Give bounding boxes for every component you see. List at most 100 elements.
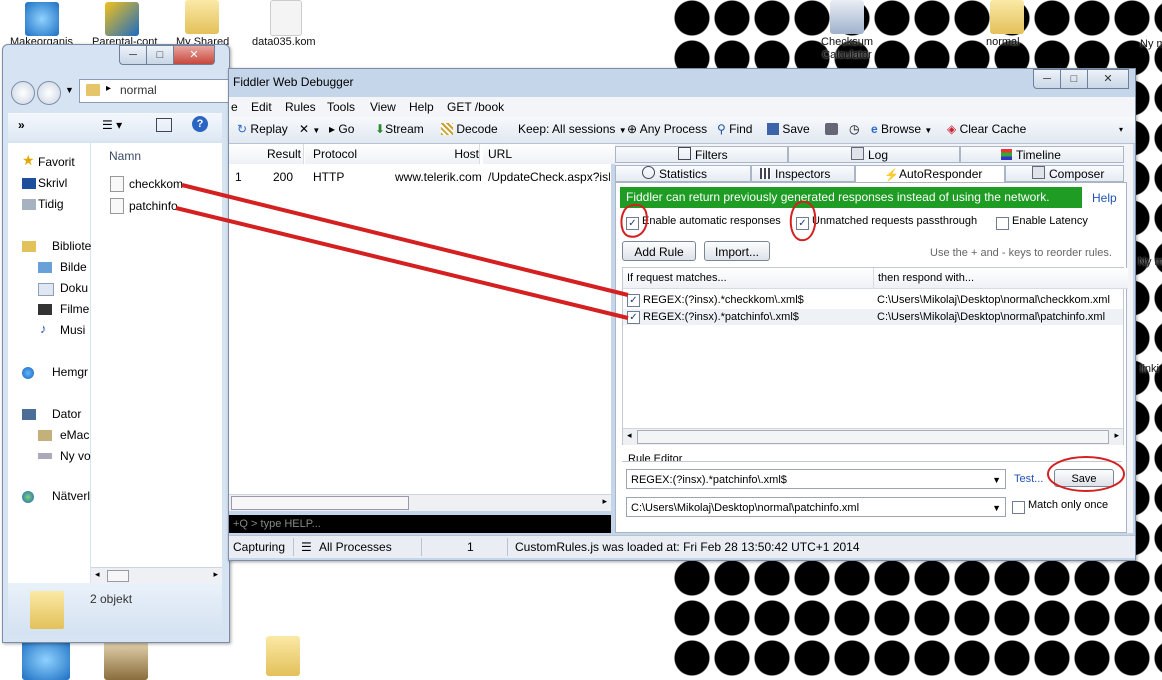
view-options-icon[interactable]: ☰ ▾ [102,118,122,132]
back-button[interactable] [11,81,35,105]
preview-pane-icon[interactable] [156,118,172,132]
horizontal-scrollbar[interactable]: ◂ ▸ [91,567,222,584]
tab-autoresponder[interactable]: ⚡AutoResponder [855,165,1005,182]
latency-checkbox[interactable] [996,217,1009,230]
desktop-shortcut-icon[interactable] [25,2,59,36]
capturing-status[interactable]: Capturing [233,540,285,554]
toolbar-overflow-icon[interactable]: ▾ [1119,125,1123,134]
menu-edit[interactable]: Edit [251,100,272,114]
scroll-left-icon[interactable]: ◂ [627,430,632,441]
nav-item-computer[interactable]: Dator [52,407,81,421]
nav-item-drive-emac[interactable]: eMac [60,428,89,442]
nav-item-documents[interactable]: Doku [60,281,88,295]
folder-icon[interactable] [990,0,1024,34]
menu-help[interactable]: Help [409,100,434,114]
import-button[interactable]: Import... [704,241,770,261]
process-filter[interactable]: All Processes [319,540,392,554]
column-header-name[interactable]: Namn [109,149,141,163]
chevron-down-icon[interactable]: ▼ [992,498,1001,518]
column-header-match[interactable]: If request matches... [623,268,875,289]
nav-item-desktop[interactable]: Skrivl [38,176,67,190]
menu-rules[interactable]: Rules [285,100,316,114]
remove-button[interactable]: ✕ ▼ [299,122,320,136]
nav-item-pictures[interactable]: Bilde [60,260,87,274]
any-process-button[interactable]: ⊕ Any Process [627,122,707,136]
scroll-thumb[interactable] [231,496,409,510]
go-button[interactable]: ▸ Go [329,122,354,136]
save-button[interactable]: Save [1054,469,1114,487]
unmatched-checkbox[interactable]: ✓ [796,217,809,230]
desktop-shortcut-icon[interactable] [105,2,139,36]
nav-item-network[interactable]: Nätverl [52,489,90,503]
browse-button[interactable]: e Browse ▼ [871,122,932,136]
tab-inspectors[interactable]: Inspectors [751,165,855,182]
replay-button[interactable]: ↻ Replay [237,122,288,136]
folder-icon[interactable] [185,0,219,34]
maximize-button[interactable]: □ [1060,69,1088,89]
file-icon[interactable] [270,0,302,36]
nav-item-libraries[interactable]: Bibliote [52,239,91,253]
desktop-shortcut-icon[interactable] [104,640,148,680]
tab-log[interactable]: Log [788,146,960,163]
stream-button[interactable]: ⬇Stream [375,122,424,136]
calculator-icon[interactable] [830,0,864,34]
nav-item-homegroup[interactable]: Hemgr [52,365,88,379]
table-row[interactable]: ✓ REGEX:(?insx).*checkkom\.xml$ C:\Users… [623,292,1123,308]
file-item-checkkom[interactable]: checkkom [129,177,183,191]
scroll-left-icon[interactable]: ◂ [95,569,100,580]
history-dropdown-icon[interactable]: ▼ [65,85,74,95]
nav-item-recent[interactable]: Tidig [38,197,64,211]
editor-match-combo[interactable]: REGEX:(?insx).*patchinfo\.xml$ ▼ [626,469,1006,489]
menu-view[interactable]: View [370,100,396,114]
clear-cache-button[interactable]: ◈ Clear Cache [947,122,1026,136]
horizontal-scrollbar[interactable]: ◂ ▸ [623,428,1123,445]
address-bar[interactable]: ▸ normal [79,79,229,103]
scroll-thumb[interactable] [107,570,129,582]
rule-checkbox[interactable]: ✓ [627,294,640,307]
file-item-patchinfo[interactable]: patchinfo [129,199,178,213]
help-icon[interactable]: ? [192,116,208,132]
toolbar-overflow-button[interactable]: » [18,118,25,132]
keep-sessions-dropdown[interactable]: Keep: All sessions ▼ [518,122,627,136]
camera-button[interactable] [825,122,838,136]
minimize-button[interactable]: ─ [1033,69,1061,89]
timer-button[interactable]: ◷ [849,122,859,136]
nav-item-favorites[interactable]: Favorit [38,155,75,169]
nav-item-drive-new[interactable]: Ny vo [60,449,91,463]
menu-tools[interactable]: Tools [327,100,355,114]
minimize-button[interactable]: ─ [119,45,147,65]
close-button[interactable]: ✕ [173,45,215,65]
folder-icon[interactable] [266,636,300,676]
column-header-respond[interactable]: then respond with... [873,268,1128,289]
tab-filters[interactable]: Filters [615,146,788,163]
enable-auto-checkbox[interactable]: ✓ [626,217,639,230]
tab-statistics[interactable]: Statistics [615,165,751,182]
match-once-checkbox[interactable] [1012,501,1025,514]
add-rule-button[interactable]: Add Rule [622,241,696,261]
forward-button[interactable] [37,81,61,105]
help-link[interactable]: Help [1092,191,1117,205]
test-link[interactable]: Test... [1014,473,1043,485]
chevron-down-icon[interactable]: ▼ [992,470,1001,490]
nav-item-music[interactable]: Musi [60,323,85,337]
tab-composer[interactable]: Composer [1005,165,1124,182]
save-toolbar-button[interactable]: Save [767,122,810,136]
editor-respond-combo[interactable]: C:\Users\Mikolaj\Desktop\normal\patchinf… [626,497,1006,517]
maximize-button[interactable]: □ [146,45,174,65]
rule-checkbox[interactable]: ✓ [627,311,640,324]
menu-get-book[interactable]: GET /book [447,100,504,114]
table-row[interactable]: 1 200 HTTP www.telerik.com /UpdateCheck.… [229,144,611,188]
nav-item-videos[interactable]: Filme [60,302,89,316]
find-button[interactable]: ⚲ Find [717,122,752,136]
scroll-right-icon[interactable]: ▸ [213,569,218,580]
decode-button[interactable]: Decode [441,122,498,136]
menu-file[interactable]: e [231,100,238,114]
desktop-shortcut-icon[interactable] [22,640,70,680]
scroll-right-icon[interactable]: ▸ [602,496,607,507]
tab-timeline[interactable]: Timeline [960,146,1124,163]
quickexec-input[interactable]: +Q > type HELP... [229,515,611,533]
scroll-right-icon[interactable]: ▸ [1114,430,1119,441]
scroll-thumb[interactable] [637,430,1109,444]
horizontal-scrollbar[interactable]: ▸ [229,494,611,511]
table-row[interactable]: ✓ REGEX:(?insx).*patchinfo\.xml$ C:\User… [623,309,1123,325]
